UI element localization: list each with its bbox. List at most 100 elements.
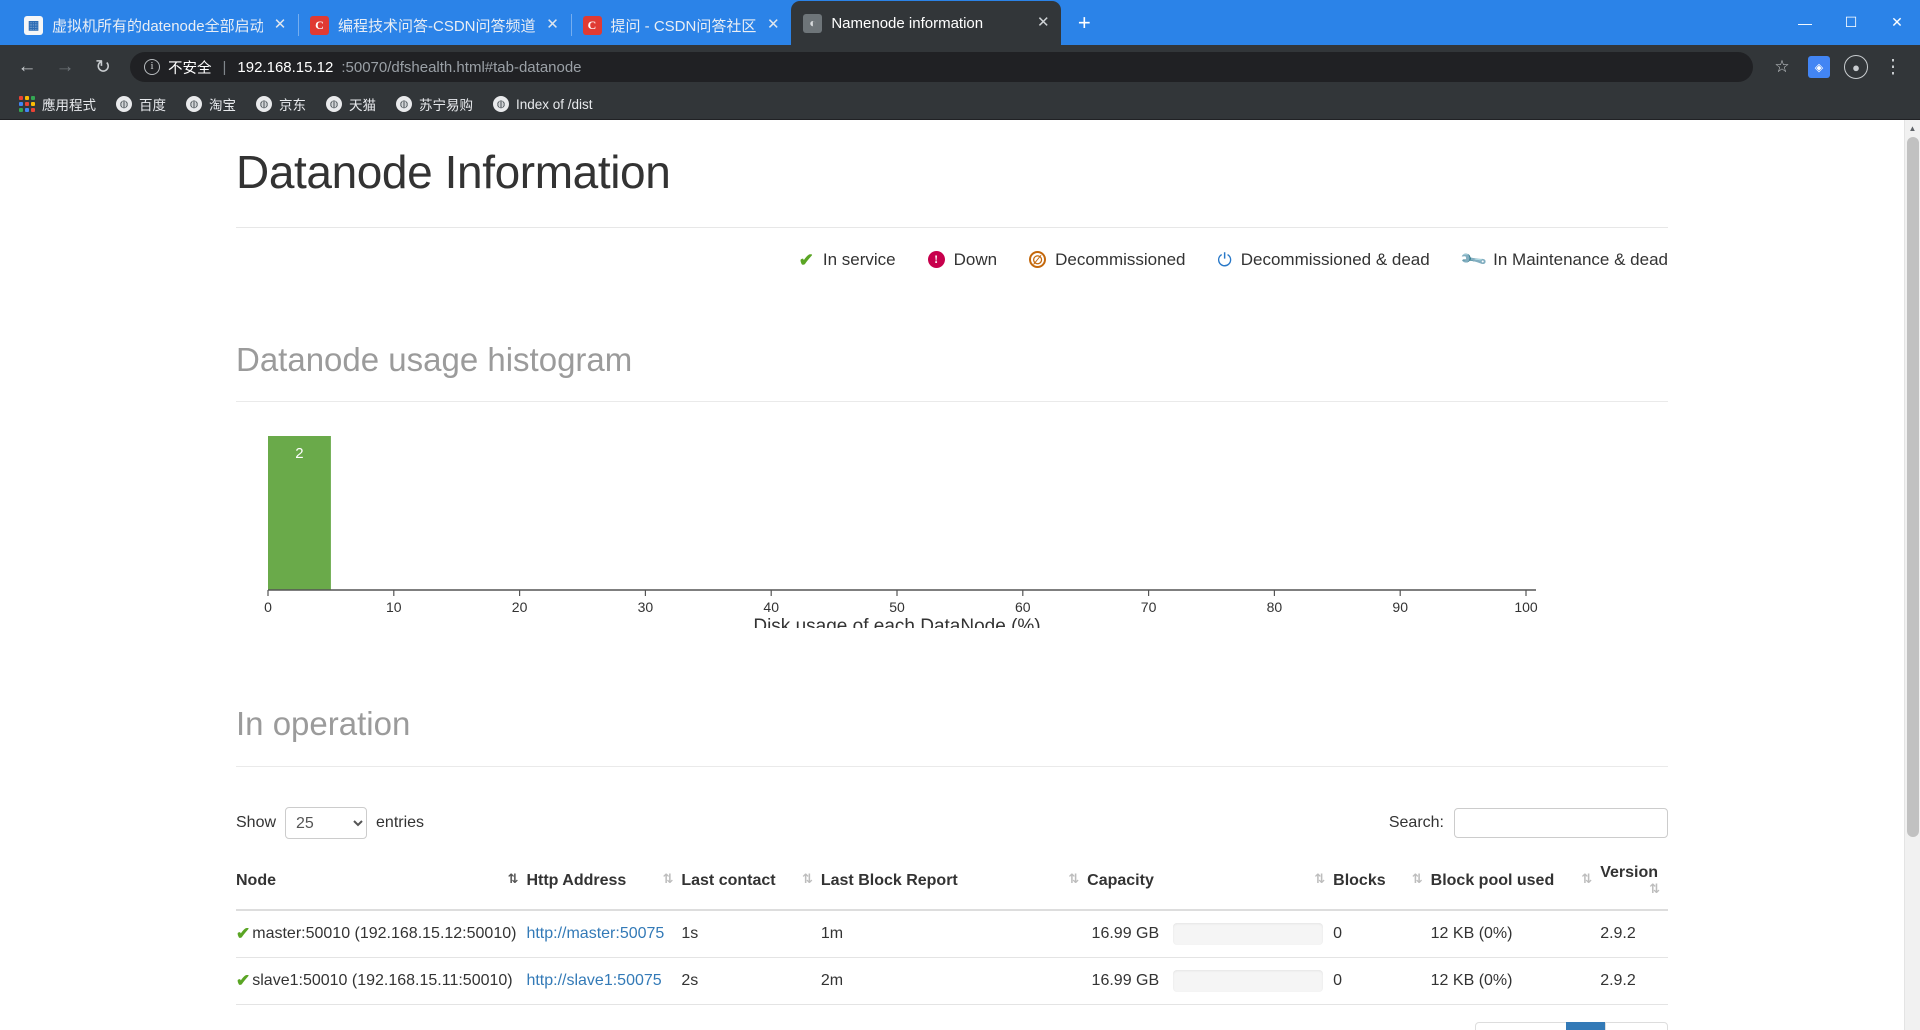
power-icon: ⏻ [1217,249,1232,270]
x-axis-tick-label: 20 [512,599,528,615]
page-scrollbar[interactable]: ▲ [1904,120,1920,1030]
check-icon: ✔ [236,924,251,944]
bookmark-label: Index of /dist [516,96,593,112]
title-divider [236,226,1668,228]
window-close-button[interactable]: ✕ [1874,0,1920,45]
browser-tab-1[interactable]: ▦ 虚拟机所有的datenode全部启动 ✕ [12,5,298,45]
browser-tab-4-active[interactable]: ◐ Namenode information ✕ [791,1,1062,45]
sort-icon: ⇅ [662,871,673,887]
datanode-usage-histogram: 2 0 10 20 30 40 50 60 70 80 90 100 Disk usage of eac… [236,428,1668,638]
bookmarks-bar: 應用程式 ◍ 百度 ◍ 淘宝 ◍ 京东 ◍ 天猫 ◍ 苏宁易购 ◍ Index … [0,89,1920,120]
pagination-previous[interactable]: Previous [1474,1022,1568,1030]
x-axis-tick-label: 50 [889,599,905,615]
minimize-button[interactable]: — [1782,0,1828,45]
http-address-link[interactable]: http://slave1:50075 [526,972,661,989]
table-row: ✔ slave1:50010 (192.168.15.11:50010) http:… [236,957,1668,1006]
globe-icon: ◍ [116,96,132,112]
pagination-page-1[interactable]: 1 [1566,1022,1607,1030]
search-input[interactable] [1454,808,1668,839]
close-icon[interactable]: ✕ [765,17,781,33]
bookmark-label: 百度 [139,98,166,113]
cell-last-block-report: 2m [820,957,1088,1006]
browser-tab-2[interactable]: C 编程技术问答-CSDN问答频道 ✕ [298,5,571,45]
datanodes-table: Node ⇅ Http Address ⇅ Last contact ⇅ Las… [236,854,1668,1006]
table-row: ✔ master:50010 (192.168.15.12:50010) http:… [236,910,1668,959]
cell-node: ✔ slave1:50010 (192.168.15.11:50010) [236,957,527,1006]
column-header-http-address[interactable]: Http Address ⇅ [526,854,682,912]
cell-last-contact: 1s [681,910,821,959]
close-icon[interactable]: ✕ [545,17,561,33]
capacity-progress-bar [1173,923,1324,946]
column-header-blocks[interactable]: Blocks ⇅ [1333,854,1431,912]
column-header-version[interactable]: Version ⇅ [1600,854,1668,912]
globe-icon: ◐ [803,13,823,33]
x-axis-tick-label: 60 [1015,599,1031,615]
url-host: 192.168.15.12 [237,58,334,76]
column-label: Capacity [1087,871,1154,889]
column-header-block-pool-used[interactable]: Block pool used ⇅ [1430,854,1601,912]
url-path: :50070/dfshealth.html#tab-datanode [341,58,582,76]
info-icon[interactable]: i [144,59,160,75]
address-bar[interactable]: i 不安全 | 192.168.15.12 :50070/dfshealth.ht… [130,52,1753,82]
bookmark-star-icon[interactable]: ☆ [1765,50,1799,84]
new-tab-button[interactable]: + [1069,9,1099,39]
close-icon[interactable]: ✕ [272,17,288,33]
show-entries-control: Show 2550100 entries [236,807,425,840]
bookmark-index-of-dist[interactable]: ◍ Index of /dist [484,93,602,115]
table-footer: Showing 1 to 2 of 2 entries Previous 1 N… [236,1022,1668,1030]
browser-window: ▦ 虚拟机所有的datenode全部启动 ✕ C 编程技术问答-CSDN问答频道… [0,0,1920,1030]
maximize-button[interactable]: ☐ [1828,0,1874,45]
profile-avatar-icon[interactable]: ● [1839,50,1873,84]
column-header-capacity[interactable]: Capacity ⇅ [1087,854,1334,912]
bookmark-tmall[interactable]: ◍ 天猫 [317,91,385,117]
column-label: Last Block Report [820,871,958,889]
legend-label: Decommissioned [1055,249,1186,269]
scroll-up-arrow-icon[interactable]: ▲ [1905,120,1920,137]
entries-label: entries [376,814,425,832]
legend-label: Decommissioned & dead [1240,249,1430,269]
vm-icon: ▦ [24,15,43,35]
node-name: slave1:50010 (192.168.15.11:50010) [252,972,513,990]
omnibox-separator: | [222,58,227,76]
bookmark-label: 天猫 [349,98,376,113]
tab-title: 虚拟机所有的datenode全部启动 [52,17,263,35]
table-controls: Show 2550100 entries Search: [236,807,1668,840]
forward-icon[interactable]: → [48,50,82,84]
bookmark-jd[interactable]: ◍ 京东 [247,91,315,117]
sort-icon: ⇅ [507,871,519,887]
x-axis-tick-label: 0 [264,599,272,615]
bookmark-taobao[interactable]: ◍ 淘宝 [177,91,245,117]
reload-icon[interactable]: ↻ [86,50,120,84]
column-header-last-contact[interactable]: Last contact ⇅ [681,854,821,912]
down-icon: ! [927,251,945,269]
http-address-link[interactable]: http://master:50075 [526,925,664,942]
cell-blocks: 0 [1333,957,1431,1006]
column-header-last-block-report[interactable]: Last Block Report ⇅ [820,854,1088,912]
bookmark-label: 京东 [279,98,306,113]
search-label: Search: [1388,814,1444,832]
histogram-heading: Datanode usage histogram [236,340,633,378]
security-label: 不安全 [168,60,212,77]
bookmark-suning[interactable]: ◍ 苏宁易购 [387,91,482,117]
page-length-select[interactable]: 2550100 [285,807,368,840]
close-icon[interactable]: ✕ [1035,15,1051,31]
back-icon[interactable]: ← [10,50,44,84]
pagination-next[interactable]: Next [1605,1022,1668,1030]
wrench-icon: 🔧 [1458,245,1488,275]
node-name: master:50010 (192.168.15.12:50010) [252,925,517,943]
menu-icon[interactable]: ⋮ [1876,50,1910,84]
globe-icon: ◍ [396,96,412,112]
x-axis-tick-label: 40 [763,599,779,615]
column-label: Blocks [1333,871,1386,889]
globe-icon: ◍ [256,96,272,112]
bookmark-baidu[interactable]: ◍ 百度 [107,91,175,117]
in-operation-heading: In operation [236,705,411,743]
extension-icon[interactable]: ◈ [1802,50,1836,84]
legend-item-down: ! Down [927,250,997,270]
browser-tab-3[interactable]: C 提问 - CSDN问答社区 ✕ [570,5,792,45]
page-viewport: Datanode Information ✔ In service ! Down… [0,120,1920,1030]
column-header-node[interactable]: Node ⇅ [236,854,527,912]
scrollbar-thumb[interactable] [1907,137,1919,837]
cell-last-contact: 2s [681,957,821,1006]
bookmark-apps[interactable]: 應用程式 [10,91,105,117]
